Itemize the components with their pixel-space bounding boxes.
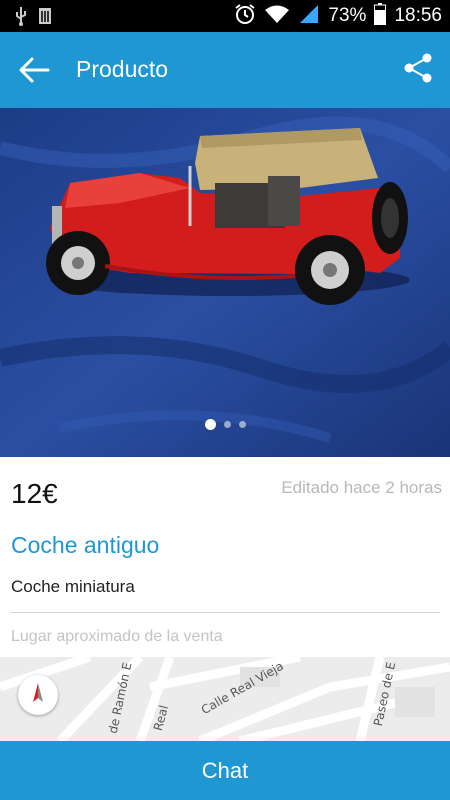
compass-icon: [33, 683, 43, 702]
divider: [10, 612, 440, 613]
location-map[interactable]: de Ramón E Real Calle Real Vieja Paseo d…: [0, 657, 450, 741]
alarm-icon: [234, 3, 256, 30]
arrow-left-icon: [19, 57, 50, 83]
compass-button[interactable]: [18, 675, 58, 715]
gallery-dot[interactable]: [204, 419, 216, 430]
page-title: Producto: [76, 56, 169, 82]
share-button[interactable]: [402, 52, 438, 88]
battery-icon: [374, 2, 387, 30]
product-photo[interactable]: [0, 108, 450, 457]
signal-icon: [298, 4, 320, 29]
back-button[interactable]: [16, 52, 56, 88]
clock: 18:56: [394, 5, 442, 26]
battery-percent: 73%: [328, 5, 367, 26]
gallery-dot[interactable]: [238, 421, 246, 428]
share-icon: [404, 53, 432, 83]
usb-icon: [14, 6, 28, 31]
edited-timestamp: Editado hace 2 horas: [281, 478, 442, 497]
status-bar: 73% 18:56: [0, 0, 450, 32]
gallery-indicator: [0, 419, 450, 430]
gallery-dot[interactable]: [223, 421, 231, 428]
product-title: Coche antiguo: [11, 532, 160, 558]
sim-card-icon: [38, 7, 52, 30]
product-price: 12€: [11, 478, 58, 509]
location-label: Lugar aproximado de la venta: [11, 628, 223, 645]
app-bar: Producto: [0, 32, 450, 108]
toy-car-image: [0, 108, 450, 457]
wifi-icon: [264, 4, 290, 29]
chat-button[interactable]: Chat: [0, 741, 450, 800]
product-description: Coche miniatura: [11, 577, 135, 596]
